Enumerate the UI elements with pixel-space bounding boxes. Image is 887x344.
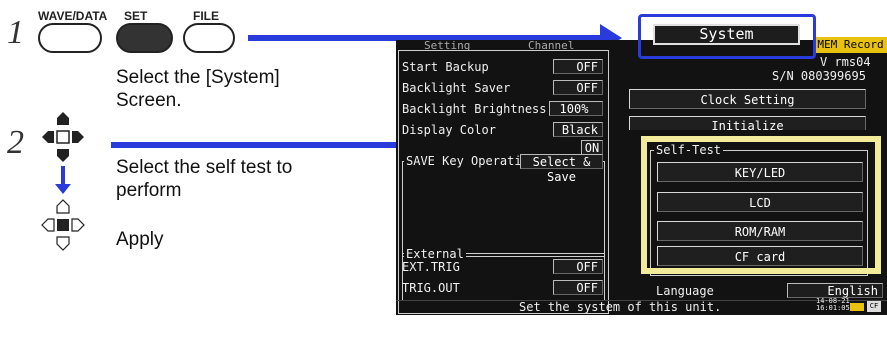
save-key-field[interactable]: Select & Save <box>520 154 603 184</box>
step-1-description: Select the [System] Screen. <box>116 67 280 111</box>
wave-data-key[interactable] <box>38 23 102 53</box>
step-1-number: 1 <box>7 14 24 51</box>
ext-trig-label: EXT.TRIG <box>402 260 460 274</box>
start-backup-field[interactable]: OFF <box>553 59 603 74</box>
serial-number: S/N 080399695 <box>772 69 866 83</box>
clock-readout: 14-08-21 16:01:05 <box>816 297 850 312</box>
cf-card-icon: CF <box>867 301 881 312</box>
file-key-label: FILE <box>193 9 219 23</box>
file-key[interactable] <box>183 23 235 53</box>
step-2-number: 2 <box>7 124 24 161</box>
set-key[interactable] <box>116 23 173 53</box>
system-tab-highlight <box>638 14 816 59</box>
battery-icon <box>850 303 864 311</box>
display-color-label: Display Color <box>402 123 496 137</box>
set-key-label: SET <box>124 9 148 23</box>
backlight-brightness-label: Backlight Brightness <box>402 102 547 116</box>
cursor-keys-diagram <box>41 112 85 251</box>
wave-data-key-label: WAVE/DATA <box>38 9 108 23</box>
step-2-description: Select the self test to perform <box>116 157 293 201</box>
language-field[interactable]: English <box>787 283 883 298</box>
up-key-icon <box>57 112 69 125</box>
self-test-highlight <box>641 136 881 274</box>
left-key-icon <box>42 131 54 143</box>
status-message: Set the system of this unit. <box>519 300 722 314</box>
language-label: Language <box>656 284 714 298</box>
save-key-title: SAVE Key Operation <box>404 154 539 168</box>
backlight-saver-field[interactable]: OFF <box>553 80 603 95</box>
mode-badge: MEM Record <box>814 37 887 53</box>
trig-out-label: TRIG.OUT <box>402 281 460 295</box>
arrow-down-icon <box>55 184 71 194</box>
ext-trig-field[interactable]: OFF <box>553 259 603 274</box>
clock-setting-button[interactable]: Clock Setting <box>629 89 866 109</box>
initialize-button[interactable]: Initialize <box>629 116 866 130</box>
enter-key-icon <box>57 219 69 231</box>
down-key-icon <box>57 149 69 162</box>
display-color-field[interactable]: Black <box>553 122 603 137</box>
trig-out-field[interactable]: OFF <box>553 280 603 295</box>
center-key-icon <box>56 130 70 144</box>
backlight-saver-label: Backlight Saver <box>402 81 511 95</box>
setting-on-field[interactable]: ON <box>581 140 603 155</box>
right-key-icon <box>72 131 84 143</box>
model-line: V rms04 <box>820 55 871 69</box>
start-backup-label: Start Backup <box>402 60 489 74</box>
backlight-brightness-field[interactable]: 100% <box>549 101 603 116</box>
apply-label: Apply <box>116 229 164 250</box>
